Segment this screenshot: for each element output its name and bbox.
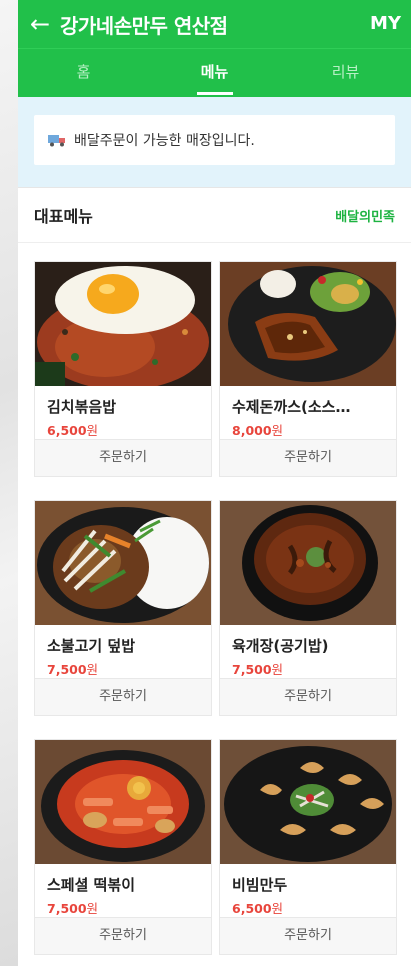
menu-name: 스페셜 떡볶이 bbox=[47, 876, 136, 894]
menu-card[interactable]: 비빔만두 6,500원 주문하기 bbox=[219, 739, 397, 955]
menu-name: 김치볶음밥 bbox=[47, 398, 117, 416]
order-button[interactable]: 주문하기 bbox=[35, 917, 211, 954]
menu-name: 수제돈까스(소스… bbox=[232, 398, 351, 416]
menu-name: 소불고기 덮밥 bbox=[47, 637, 136, 655]
notice-area: 배달주문이 가능한 매장입니다. bbox=[18, 97, 411, 187]
browser-background bbox=[0, 0, 18, 966]
menu-card[interactable]: 스페셜 떡볶이 7,500원 주문하기 bbox=[34, 739, 212, 955]
delivery-notice: 배달주문이 가능한 매장입니다. bbox=[34, 115, 395, 165]
order-button[interactable]: 주문하기 bbox=[220, 917, 396, 954]
menu-price: 6,500원 bbox=[47, 423, 99, 438]
menu-card[interactable]: 수제돈까스(소스… 8,000원 주문하기 bbox=[219, 261, 397, 477]
tab-home[interactable]: 홈 bbox=[18, 49, 149, 97]
menu-card[interactable]: 김치볶음밥 6,500원 주문하기 bbox=[34, 261, 212, 477]
store-title: 강가네손만두 연산점 bbox=[60, 13, 228, 38]
order-button[interactable]: 주문하기 bbox=[220, 678, 396, 715]
top-bar: ← 강가네손만두 연산점 MY bbox=[18, 0, 411, 48]
menu-photo-bulgogi-rice bbox=[35, 501, 211, 625]
menu-card[interactable]: 소불고기 덮밥 7,500원 주문하기 bbox=[34, 500, 212, 716]
menu-price: 6,500원 bbox=[232, 901, 284, 916]
menu-photo-bibim-mandu bbox=[220, 740, 396, 864]
delivery-notice-text: 배달주문이 가능한 매장입니다. bbox=[74, 133, 255, 149]
menu-photo-kimchi-fried-rice bbox=[35, 262, 211, 386]
app-screen: ← 강가네손만두 연산점 MY 홈 메뉴 리뷰 배달주문이 가능한 매장입니다.… bbox=[18, 0, 411, 966]
menu-photo-tteokbokki bbox=[35, 740, 211, 864]
back-arrow-icon: ← bbox=[29, 10, 51, 38]
menu-photo-yukgaejang bbox=[220, 501, 396, 625]
order-button[interactable]: 주문하기 bbox=[220, 439, 396, 476]
back-button[interactable]: ← bbox=[20, 0, 60, 48]
tab-review[interactable]: 리뷰 bbox=[280, 49, 411, 97]
tab-bar: 홈 메뉴 리뷰 bbox=[18, 48, 411, 97]
section-header: 대표메뉴 배달의민족 bbox=[18, 187, 411, 243]
menu-price: 7,500원 bbox=[232, 662, 284, 677]
menu-card[interactable]: 육개장(공기밥) 7,500원 주문하기 bbox=[219, 500, 397, 716]
tab-menu[interactable]: 메뉴 bbox=[149, 49, 280, 97]
order-button[interactable]: 주문하기 bbox=[35, 439, 211, 476]
baemin-link[interactable]: 배달의민족 bbox=[335, 206, 395, 225]
menu-price: 7,500원 bbox=[47, 901, 99, 916]
order-button[interactable]: 주문하기 bbox=[35, 678, 211, 715]
my-page-button[interactable]: MY bbox=[370, 0, 401, 48]
menu-name: 비빔만두 bbox=[232, 876, 288, 894]
delivery-truck-icon bbox=[48, 135, 65, 147]
menu-price: 8,000원 bbox=[232, 423, 284, 438]
menu-name: 육개장(공기밥) bbox=[232, 637, 329, 655]
menu-price: 7,500원 bbox=[47, 662, 99, 677]
menu-photo-pork-cutlet bbox=[220, 262, 396, 386]
menu-grid: 김치볶음밥 6,500원 주문하기 수제돈까스(소스… 8,000원 주문하기 … bbox=[18, 243, 411, 955]
section-title: 대표메뉴 bbox=[34, 207, 93, 226]
